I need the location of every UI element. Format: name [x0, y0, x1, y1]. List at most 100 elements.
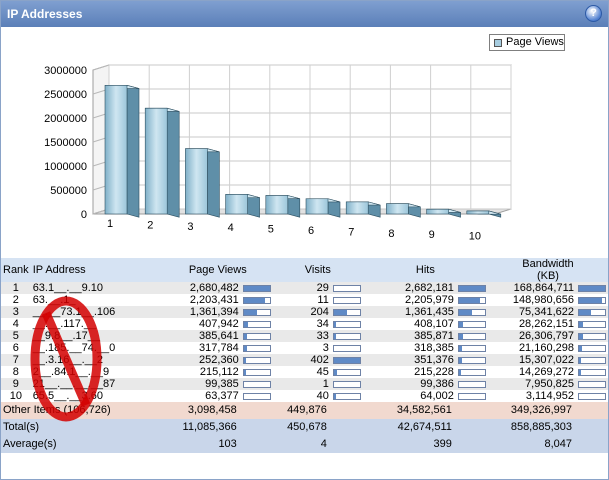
x-tick-label: 1: [107, 218, 113, 230]
page-views-cell: 215,112: [162, 366, 273, 378]
visits-bar: [332, 296, 361, 304]
visits-cell: 33: [272, 330, 363, 342]
visits-bar: [332, 308, 361, 316]
other-items-row-hits: 34,582,561: [362, 402, 488, 419]
totals-row-hits: 42,674,511: [362, 419, 488, 436]
page-views-bar-fill: [243, 333, 248, 339]
bar-side: [126, 84, 140, 218]
hits-cell: 2,682,181: [362, 282, 488, 294]
col-visits-header[interactable]: Visits: [272, 258, 363, 282]
bandwidth-bar: [578, 284, 606, 292]
hits-bar: [457, 308, 486, 316]
col-rank-header[interactable]: Rank: [1, 258, 31, 282]
rank-cell: 3: [1, 306, 31, 318]
page-views-cell: 317,784: [162, 342, 273, 354]
page-views-cell: 63,377: [162, 390, 273, 402]
bandwidth-cell: 168,864,711: [487, 282, 608, 294]
other-items-row-visits: 449,876: [272, 402, 363, 419]
x-tick-label: 5: [268, 224, 274, 236]
page-views-bar-fill: [243, 369, 246, 375]
x-tick-label: 7: [348, 226, 354, 238]
x-tick-label: 3: [187, 221, 193, 233]
page-views-cell: 385,641: [162, 330, 273, 342]
page-views-bar-fill: [243, 321, 248, 327]
y-tick-label: 0: [81, 209, 87, 221]
averages-row-label: Average(s): [1, 436, 163, 453]
totals-row-visits: 450,678: [272, 419, 363, 436]
page-views-bar-fill: [243, 297, 266, 303]
bandwidth-bar: [578, 344, 606, 352]
visits-bar-fill: [333, 357, 360, 363]
averages-row-page-views: 103: [162, 436, 273, 453]
hits-cell: 2,205,979: [362, 294, 488, 306]
y-tick-label: 1000000: [44, 161, 87, 173]
col-hits-header[interactable]: Hits: [362, 258, 488, 282]
bandwidth-header-label: Bandwidth: [522, 258, 574, 270]
col-bandwidth-header[interactable]: Bandwidth (KB): [487, 258, 608, 282]
bar-1: [104, 85, 128, 215]
bandwidth-bar: [578, 320, 606, 328]
hits-cell: 64,002: [362, 390, 488, 402]
page-views-bar: [242, 344, 271, 352]
page-views-bar-fill: [243, 357, 247, 363]
y-tick-label: 2500000: [44, 89, 87, 101]
bandwidth-cell: 14,269,272: [487, 366, 608, 378]
totals-row-page-views: 11,085,366: [162, 419, 273, 436]
hits-cell: 318,385: [362, 342, 488, 354]
bandwidth-cell: 28,262,151: [487, 318, 608, 330]
visits-cell: 3: [272, 342, 363, 354]
bandwidth-bar-fill: [579, 285, 605, 291]
col-ip-header[interactable]: IP Address: [30, 258, 163, 282]
hits-cell: 99,386: [362, 378, 488, 390]
averages-row-bandwidth: 8,047: [487, 436, 608, 453]
chart-legend: Page Views: [489, 34, 565, 51]
bar-6: [305, 198, 329, 215]
panel-title: IP Addresses: [7, 7, 83, 21]
hits-bar: [457, 344, 486, 352]
bar-5: [265, 195, 289, 215]
hits-bar: [457, 332, 486, 340]
visits-bar: [332, 344, 361, 352]
y-tick-label: 1500000: [44, 137, 87, 149]
page-views-cell: 407,942: [162, 318, 273, 330]
rank-cell: 7: [1, 354, 31, 366]
averages-row-visits: 4: [272, 436, 363, 453]
hits-cell: 1,361,435: [362, 306, 488, 318]
bar-side: [207, 148, 220, 218]
bandwidth-cell: 26,306,797: [487, 330, 608, 342]
visits-bar-fill: [333, 393, 337, 399]
hits-bar: [457, 320, 486, 328]
hits-bar: [457, 284, 486, 292]
hits-bar: [457, 392, 486, 400]
visits-cell: 40: [272, 390, 363, 402]
visits-cell: 29: [272, 282, 363, 294]
page-views-bar: [242, 308, 271, 316]
page-views-chart: 0 500000 1000000 1500000 2000000 2500000 30000…: [1, 28, 608, 256]
help-icon[interactable]: ?: [585, 5, 602, 22]
page-views-bar: [242, 320, 271, 328]
other-items-row-bandwidth: 349,326,997: [487, 402, 608, 419]
bandwidth-bar: [578, 392, 606, 400]
bar-4: [225, 194, 248, 215]
bar-10: [466, 210, 490, 215]
bandwidth-header-unit: (KB): [536, 270, 559, 282]
rank-cell: 5: [1, 330, 31, 342]
bandwidth-bar: [578, 368, 606, 376]
ip-addresses-panel: IP Addresses ? 0 500000 1000000 1500000 2000…: [0, 0, 609, 480]
x-tick-label: 6: [308, 225, 314, 237]
visits-bar: [332, 284, 361, 292]
visits-bar: [332, 332, 361, 340]
visits-cell: 1: [272, 378, 363, 390]
hits-bar-fill: [458, 321, 463, 327]
hits-bar-fill: [458, 345, 462, 351]
hits-bar-fill: [458, 369, 461, 375]
hits-cell: 408,107: [362, 318, 488, 330]
bar-2: [144, 107, 168, 215]
hits-bar: [457, 368, 486, 376]
col-page-views-header[interactable]: Page Views: [162, 258, 273, 282]
averages-row-hits: 399: [362, 436, 488, 453]
y-tick-label: 3000000: [44, 65, 87, 77]
page-views-bar: [242, 332, 271, 340]
rank-cell: 6: [1, 342, 31, 354]
page-views-cell: 99,385: [162, 378, 273, 390]
